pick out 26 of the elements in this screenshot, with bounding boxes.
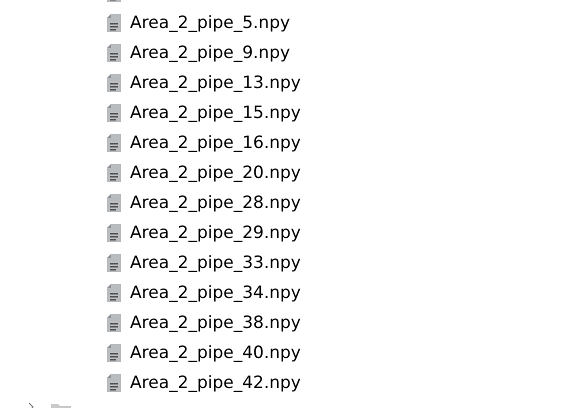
document-icon <box>106 193 122 213</box>
file-name[interactable]: Area_2_pipe_29.npy <box>130 223 301 243</box>
document-icon <box>106 13 122 33</box>
file-name[interactable]: Area_2_pipe_15.npy <box>130 103 301 123</box>
file-name[interactable]: Area_2_pipe_38.npy <box>130 313 301 333</box>
document-icon <box>106 313 122 333</box>
file-name[interactable]: Area_2_pipe_42.npy <box>130 373 301 393</box>
document-icon <box>106 73 122 93</box>
file-name[interactable]: Area_2_pipe_16.npy <box>130 133 301 153</box>
file-name[interactable]: Area_2_pipe_34.npy <box>130 283 301 303</box>
file-name[interactable]: Area_2_pipe_13.npy <box>130 73 301 93</box>
document-icon <box>106 43 122 63</box>
file-name[interactable]: Area_2_pipe_28.npy <box>130 193 301 213</box>
document-icon <box>106 343 122 363</box>
document-icon <box>106 373 122 393</box>
document-icon <box>106 253 122 273</box>
file-name[interactable]: Area_2_pipe_5.npy <box>130 13 290 33</box>
document-icon <box>106 283 122 303</box>
document-icon <box>106 223 122 243</box>
document-icon <box>106 133 122 153</box>
file-name[interactable]: Area_2_pipe_20.npy <box>130 163 301 183</box>
document-icon <box>106 103 122 123</box>
file-name[interactable]: Area_2_pipe_40.npy <box>130 343 301 363</box>
file-name[interactable]: Area_2_pipe_33.npy <box>130 253 301 273</box>
document-icon <box>106 163 122 183</box>
file-name[interactable]: Area_2_pipe_9.npy <box>130 43 290 63</box>
